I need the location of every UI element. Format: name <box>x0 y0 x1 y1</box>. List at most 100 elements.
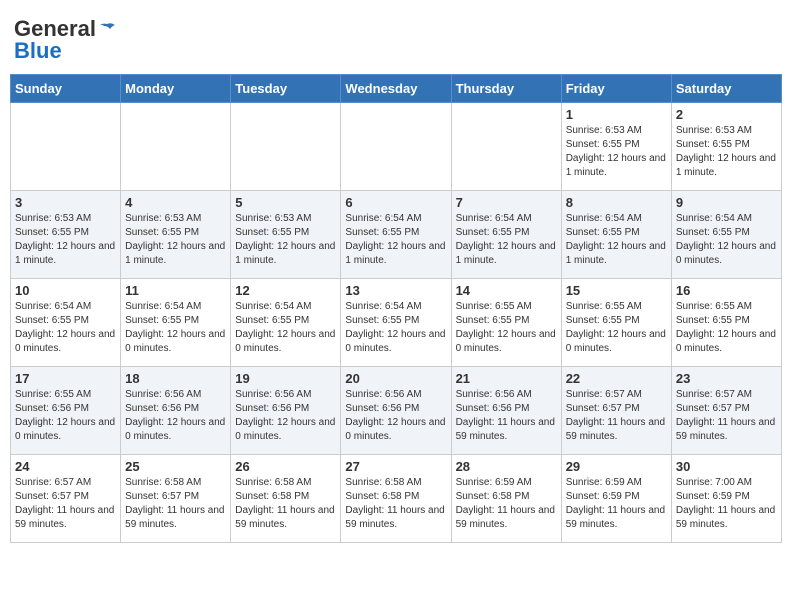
day-info: Sunrise: 6:58 AM Sunset: 6:57 PM Dayligh… <box>125 476 226 532</box>
day-info: Sunrise: 6:58 AM Sunset: 6:58 PM Dayligh… <box>345 476 446 532</box>
logo-general: General <box>14 18 116 40</box>
page-header: General Blue <box>10 10 782 66</box>
day-number: 6 <box>345 195 446 210</box>
calendar-cell <box>451 103 561 191</box>
day-number: 12 <box>235 283 336 298</box>
calendar-cell: 18 Sunrise: 6:56 AM Sunset: 6:56 PM Dayli… <box>121 367 231 455</box>
day-number: 23 <box>676 371 777 386</box>
day-number: 9 <box>676 195 777 210</box>
calendar-cell: 17 Sunrise: 6:55 AM Sunset: 6:56 PM Dayli… <box>11 367 121 455</box>
calendar-cell: 2 Sunrise: 6:53 AM Sunset: 6:55 PM Daylig… <box>671 103 781 191</box>
calendar-cell: 27 Sunrise: 6:58 AM Sunset: 6:58 PM Dayli… <box>341 455 451 543</box>
day-info: Sunrise: 6:54 AM Sunset: 6:55 PM Dayligh… <box>235 300 336 356</box>
day-number: 19 <box>235 371 336 386</box>
calendar-cell: 30 Sunrise: 7:00 AM Sunset: 6:59 PM Dayli… <box>671 455 781 543</box>
day-number: 24 <box>15 459 116 474</box>
calendar-cell <box>231 103 341 191</box>
day-info: Sunrise: 6:57 AM Sunset: 6:57 PM Dayligh… <box>15 476 116 532</box>
day-number: 18 <box>125 371 226 386</box>
day-number: 1 <box>566 107 667 122</box>
day-info: Sunrise: 6:55 AM Sunset: 6:56 PM Dayligh… <box>15 388 116 444</box>
weekday-header-wednesday: Wednesday <box>341 75 451 103</box>
calendar-cell: 15 Sunrise: 6:55 AM Sunset: 6:55 PM Dayli… <box>561 279 671 367</box>
day-info: Sunrise: 6:54 AM Sunset: 6:55 PM Dayligh… <box>125 300 226 356</box>
calendar-cell: 8 Sunrise: 6:54 AM Sunset: 6:55 PM Daylig… <box>561 191 671 279</box>
day-info: Sunrise: 6:59 AM Sunset: 6:58 PM Dayligh… <box>456 476 557 532</box>
calendar-cell <box>11 103 121 191</box>
calendar-cell: 14 Sunrise: 6:55 AM Sunset: 6:55 PM Dayli… <box>451 279 561 367</box>
calendar-week-1: 1 Sunrise: 6:53 AM Sunset: 6:55 PM Daylig… <box>11 103 782 191</box>
day-info: Sunrise: 7:00 AM Sunset: 6:59 PM Dayligh… <box>676 476 777 532</box>
day-number: 4 <box>125 195 226 210</box>
day-number: 27 <box>345 459 446 474</box>
day-number: 7 <box>456 195 557 210</box>
calendar-week-5: 24 Sunrise: 6:57 AM Sunset: 6:57 PM Dayli… <box>11 455 782 543</box>
calendar-cell: 9 Sunrise: 6:54 AM Sunset: 6:55 PM Daylig… <box>671 191 781 279</box>
calendar-cell: 1 Sunrise: 6:53 AM Sunset: 6:55 PM Daylig… <box>561 103 671 191</box>
weekday-header-row: SundayMondayTuesdayWednesdayThursdayFrid… <box>11 75 782 103</box>
day-number: 16 <box>676 283 777 298</box>
day-number: 28 <box>456 459 557 474</box>
weekday-header-saturday: Saturday <box>671 75 781 103</box>
day-number: 8 <box>566 195 667 210</box>
logo-blue: Blue <box>14 40 62 62</box>
calendar-cell: 19 Sunrise: 6:56 AM Sunset: 6:56 PM Dayli… <box>231 367 341 455</box>
calendar-cell: 28 Sunrise: 6:59 AM Sunset: 6:58 PM Dayli… <box>451 455 561 543</box>
day-number: 15 <box>566 283 667 298</box>
calendar-cell: 13 Sunrise: 6:54 AM Sunset: 6:55 PM Dayli… <box>341 279 451 367</box>
calendar-cell: 4Sunrise: 6:53 AM Sunset: 6:55 PM Daylig… <box>121 191 231 279</box>
day-number: 11 <box>125 283 226 298</box>
day-info: Sunrise: 6:54 AM Sunset: 6:55 PM Dayligh… <box>456 212 557 268</box>
logo: General Blue <box>14 18 116 62</box>
day-number: 14 <box>456 283 557 298</box>
calendar-cell: 3 Sunrise: 6:53 AM Sunset: 6:55 PM Daylig… <box>11 191 121 279</box>
day-info: Sunrise: 6:56 AM Sunset: 6:56 PM Dayligh… <box>345 388 446 444</box>
day-info: Sunrise: 6:56 AM Sunset: 6:56 PM Dayligh… <box>456 388 557 444</box>
day-info: Sunrise: 6:55 AM Sunset: 6:55 PM Dayligh… <box>676 300 777 356</box>
weekday-header-tuesday: Tuesday <box>231 75 341 103</box>
day-info: Sunrise: 6:54 AM Sunset: 6:55 PM Dayligh… <box>676 212 777 268</box>
day-number: 29 <box>566 459 667 474</box>
day-number: 13 <box>345 283 446 298</box>
day-number: 17 <box>15 371 116 386</box>
day-number: 30 <box>676 459 777 474</box>
calendar-table: SundayMondayTuesdayWednesdayThursdayFrid… <box>10 74 782 543</box>
calendar-week-4: 17 Sunrise: 6:55 AM Sunset: 6:56 PM Dayli… <box>11 367 782 455</box>
calendar-cell: 12 Sunrise: 6:54 AM Sunset: 6:55 PM Dayli… <box>231 279 341 367</box>
calendar-cell: 29 Sunrise: 6:59 AM Sunset: 6:59 PM Dayli… <box>561 455 671 543</box>
calendar-week-3: 10 Sunrise: 6:54 AM Sunset: 6:55 PM Dayli… <box>11 279 782 367</box>
day-info: Sunrise: 6:54 AM Sunset: 6:55 PM Dayligh… <box>345 300 446 356</box>
day-number: 20 <box>345 371 446 386</box>
calendar-cell: 25Sunrise: 6:58 AM Sunset: 6:57 PM Dayli… <box>121 455 231 543</box>
day-info: Sunrise: 6:55 AM Sunset: 6:55 PM Dayligh… <box>566 300 667 356</box>
calendar-cell: 22Sunrise: 6:57 AM Sunset: 6:57 PM Dayli… <box>561 367 671 455</box>
day-info: Sunrise: 6:54 AM Sunset: 6:55 PM Dayligh… <box>566 212 667 268</box>
day-number: 22 <box>566 371 667 386</box>
day-info: Sunrise: 6:53 AM Sunset: 6:55 PM Dayligh… <box>676 124 777 180</box>
day-info: Sunrise: 6:53 AM Sunset: 6:55 PM Dayligh… <box>566 124 667 180</box>
calendar-cell: 23 Sunrise: 6:57 AM Sunset: 6:57 PM Dayli… <box>671 367 781 455</box>
day-number: 21 <box>456 371 557 386</box>
day-info: Sunrise: 6:58 AM Sunset: 6:58 PM Dayligh… <box>235 476 336 532</box>
weekday-header-monday: Monday <box>121 75 231 103</box>
day-number: 2 <box>676 107 777 122</box>
day-info: Sunrise: 6:54 AM Sunset: 6:55 PM Dayligh… <box>345 212 446 268</box>
day-number: 3 <box>15 195 116 210</box>
calendar-cell: 20 Sunrise: 6:56 AM Sunset: 6:56 PM Dayli… <box>341 367 451 455</box>
day-info: Sunrise: 6:57 AM Sunset: 6:57 PM Dayligh… <box>676 388 777 444</box>
day-number: 10 <box>15 283 116 298</box>
day-info: Sunrise: 6:56 AM Sunset: 6:56 PM Dayligh… <box>125 388 226 444</box>
day-info: Sunrise: 6:53 AM Sunset: 6:55 PM Dayligh… <box>15 212 116 268</box>
day-info: Sunrise: 6:55 AM Sunset: 6:55 PM Dayligh… <box>456 300 557 356</box>
day-number: 26 <box>235 459 336 474</box>
calendar-week-2: 3 Sunrise: 6:53 AM Sunset: 6:55 PM Daylig… <box>11 191 782 279</box>
calendar-cell: 26 Sunrise: 6:58 AM Sunset: 6:58 PM Dayli… <box>231 455 341 543</box>
weekday-header-sunday: Sunday <box>11 75 121 103</box>
calendar-cell: 10 Sunrise: 6:54 AM Sunset: 6:55 PM Dayli… <box>11 279 121 367</box>
day-info: Sunrise: 6:59 AM Sunset: 6:59 PM Dayligh… <box>566 476 667 532</box>
calendar-cell: 7 Sunrise: 6:54 AM Sunset: 6:55 PM Daylig… <box>451 191 561 279</box>
day-info: Sunrise: 6:56 AM Sunset: 6:56 PM Dayligh… <box>235 388 336 444</box>
weekday-header-thursday: Thursday <box>451 75 561 103</box>
calendar-cell <box>121 103 231 191</box>
day-info: Sunrise: 6:54 AM Sunset: 6:55 PM Dayligh… <box>15 300 116 356</box>
